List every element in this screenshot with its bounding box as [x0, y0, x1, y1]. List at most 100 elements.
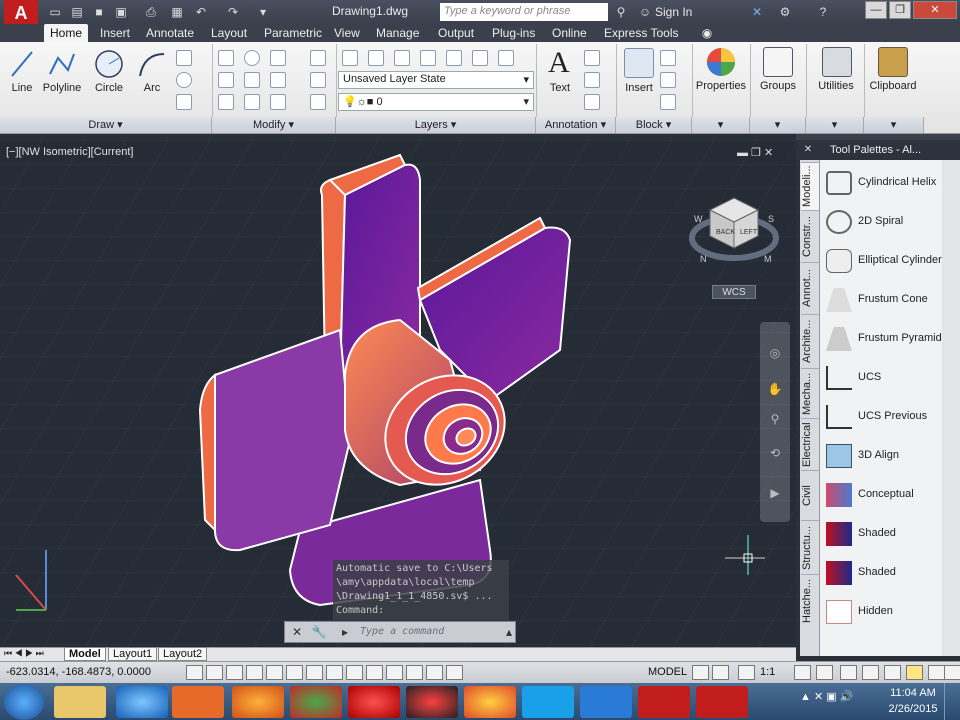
steering-wheel-icon[interactable]: ◎ — [766, 344, 784, 362]
palette-item-ucs[interactable]: UCS — [822, 360, 958, 396]
move-icon[interactable] — [218, 50, 234, 66]
tab-view[interactable]: View — [328, 24, 366, 42]
mirror-icon[interactable] — [244, 72, 260, 88]
panel-block[interactable]: Block ▾ — [616, 117, 692, 133]
utilities-panel-expand[interactable]: ▾ — [806, 117, 864, 133]
layer-freeze-icon[interactable] — [446, 50, 462, 66]
tab-output[interactable]: Output — [432, 24, 480, 42]
selection-cycling-toggle[interactable] — [446, 665, 463, 680]
search-input[interactable]: Type a keyword or phrase — [440, 3, 608, 21]
line-tool-label[interactable]: Line — [6, 82, 38, 94]
clock-time[interactable]: 11:04 AM — [888, 687, 938, 699]
layer-match-icon[interactable] — [498, 50, 514, 66]
infer-constraints-toggle[interactable] — [186, 665, 203, 680]
tab-manage[interactable]: Manage — [370, 24, 425, 42]
quick-view-layouts-button[interactable] — [692, 665, 709, 680]
layer-states-icon[interactable] — [368, 50, 384, 66]
wcs-menu[interactable]: WCS — [712, 285, 756, 299]
media-player-icon[interactable] — [172, 686, 224, 718]
palette-item-frustum-cone[interactable]: Frustum Cone — [822, 282, 958, 318]
palette-item-2d-spiral[interactable]: 2D Spiral — [822, 204, 958, 240]
palette-tab-civil[interactable]: Civil — [801, 470, 819, 520]
new-icon[interactable]: ▭ — [46, 3, 64, 21]
canary-icon[interactable] — [464, 686, 516, 718]
plot-icon[interactable]: ⎙ — [142, 3, 160, 21]
skype-icon[interactable] — [522, 686, 574, 718]
tab-layout2[interactable]: Layout2 — [158, 647, 208, 661]
boundary-icon[interactable] — [176, 94, 192, 110]
tray-icons[interactable]: ▲ ✕ ▣ 🔊 — [800, 690, 853, 703]
groups-label[interactable]: Groups — [752, 80, 804, 92]
3d-osnap-toggle[interactable] — [306, 665, 323, 680]
minimize-button[interactable]: — — [865, 1, 887, 19]
rotate-icon[interactable] — [244, 50, 260, 66]
opera-icon[interactable] — [348, 686, 400, 718]
command-history-toggle-icon[interactable]: ▴ — [500, 623, 518, 641]
polyline-tool-label[interactable]: Polyline — [40, 82, 84, 94]
binoculars-icon[interactable]: ⚲ — [612, 3, 630, 21]
transparency-toggle[interactable] — [406, 665, 423, 680]
showmotion-icon[interactable]: ▶ — [766, 484, 784, 502]
layer-dropdown[interactable]: 💡☼■ 0 ▾ — [338, 93, 534, 111]
palette-tab-electrical[interactable]: Electrical — [801, 418, 819, 470]
edit-attributes-icon[interactable] — [660, 94, 676, 110]
zoom-icon[interactable]: ⚲ — [766, 410, 784, 428]
internet-explorer-icon[interactable] — [116, 686, 168, 718]
palette-tab-structural[interactable]: Structu... — [801, 520, 819, 574]
sign-in-link[interactable]: Sign In — [655, 5, 692, 19]
viewcube[interactable]: BACK LEFT W S N M — [688, 192, 780, 272]
clipboard-icon[interactable] — [878, 47, 908, 77]
clean-screen-icon[interactable] — [944, 665, 960, 680]
panel-draw[interactable]: Draw ▾ — [0, 117, 212, 133]
utilities-label[interactable]: Utilities — [808, 80, 864, 92]
lineweight-toggle[interactable] — [386, 665, 403, 680]
auto-scale-button[interactable] — [816, 665, 833, 680]
autocad-icon-1[interactable] — [638, 686, 690, 718]
otrack-toggle[interactable] — [326, 665, 343, 680]
text-tool-label[interactable]: Text — [544, 82, 576, 94]
stretch-icon[interactable] — [218, 94, 234, 110]
osnap-toggle[interactable] — [286, 665, 303, 680]
annotation-visibility-button[interactable] — [794, 665, 811, 680]
model-space-toggle[interactable]: MODEL — [648, 666, 687, 678]
text-icon[interactable]: A — [548, 46, 570, 80]
create-block-icon[interactable] — [660, 50, 676, 66]
clock-date[interactable]: 2/26/2015 — [886, 703, 940, 715]
annotation-scale-icon[interactable] — [738, 665, 755, 680]
workspace-dropdown-icon[interactable]: ▾ — [254, 3, 272, 21]
polyline-icon[interactable] — [46, 48, 78, 82]
start-button[interactable] — [4, 684, 44, 720]
snap-toggle[interactable] — [206, 665, 223, 680]
utilities-icon[interactable] — [822, 47, 852, 77]
exchange-icon[interactable]: ✕ — [748, 3, 766, 21]
palette-item-elliptical-cylinder[interactable]: Elliptical Cylinder — [822, 243, 958, 279]
layer-lock-icon[interactable] — [472, 50, 488, 66]
palette-tab-modeling[interactable]: Modeli... — [801, 162, 819, 210]
recent-commands-icon[interactable]: ▸ — [336, 623, 354, 641]
pan-icon[interactable]: ✋ — [766, 380, 784, 398]
palette-close-icon[interactable]: ✕ — [796, 140, 820, 160]
palette-tab-architectural[interactable]: Archite... — [801, 314, 819, 368]
tab-home[interactable]: Home — [44, 24, 89, 42]
close-button[interactable]: ✕ — [913, 1, 957, 19]
workspace-switching-gear-icon[interactable] — [840, 665, 857, 680]
customize-icon[interactable]: 🔧 — [310, 623, 328, 641]
tab-plugins[interactable]: Plug-ins — [486, 24, 541, 42]
panel-annotation[interactable]: Annotation ▾ — [536, 117, 616, 133]
line-icon[interactable] — [8, 48, 36, 82]
palette-item-shaded-1[interactable]: Shaded — [822, 516, 958, 552]
circle-icon[interactable] — [93, 48, 125, 82]
palette-tab-hatches[interactable]: Hatche... — [801, 574, 819, 626]
user-icon[interactable]: ☺ — [636, 3, 654, 21]
properties-icon[interactable] — [705, 46, 737, 78]
arc-tool-label[interactable]: Arc — [136, 82, 168, 94]
insert-block-icon[interactable] — [624, 48, 654, 78]
ortho-toggle[interactable] — [246, 665, 263, 680]
chrome-icon[interactable] — [290, 686, 342, 718]
palette-item-frustum-pyramid[interactable]: Frustum Pyramid — [822, 321, 958, 357]
polar-toggle[interactable] — [266, 665, 283, 680]
edit-block-icon[interactable] — [660, 72, 676, 88]
arc-icon[interactable] — [136, 48, 168, 82]
save-icon[interactable]: ■ — [90, 3, 108, 21]
tab-insert[interactable]: Insert — [94, 24, 136, 42]
